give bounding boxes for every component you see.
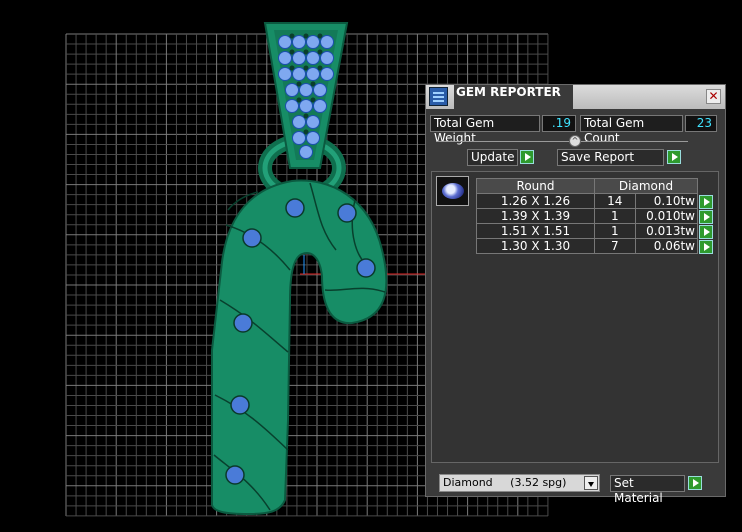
pave-gem <box>313 83 327 97</box>
pave-gem <box>278 51 292 65</box>
pave-gem <box>306 35 320 49</box>
set-material-button[interactable]: Set Material <box>610 475 685 505</box>
gem-material-header: Diamond <box>594 178 698 194</box>
gem-weight: 0.10tw <box>634 193 699 209</box>
gem-weight: 0.06tw <box>634 238 699 254</box>
gem-size: 1.26 X 1.26 <box>476 193 595 209</box>
round-gem-icon <box>436 176 469 206</box>
save-report-go-icon[interactable] <box>667 150 681 164</box>
material-select[interactable]: Diamond (3.52 spg) <box>439 474 600 492</box>
total-gem-weight-label: Total Gem Weight <box>430 115 540 145</box>
gem-size: 1.30 X 1.30 <box>476 238 595 254</box>
set-material-go-icon[interactable] <box>688 476 702 490</box>
pave-gem <box>278 67 292 81</box>
panel-divider <box>436 141 688 142</box>
pave-gem <box>292 51 306 65</box>
panel-titlebar: GEM REPORTER ✕ <box>426 85 725 109</box>
gem-report-area: Round Diamond 1.26 X 1.26 14 0.10tw 1.39… <box>431 171 719 463</box>
collapse-knob-icon[interactable]: ^ <box>569 135 581 147</box>
total-gem-count-value: 23 <box>685 115 717 132</box>
gem-row-go-icon[interactable] <box>699 194 713 209</box>
pave-gem <box>320 67 334 81</box>
gem-count: 7 <box>594 238 636 254</box>
panel-title: GEM REPORTER <box>454 85 573 109</box>
candy-cane-pendant <box>211 179 388 516</box>
pave-gem <box>285 99 299 113</box>
pave-gem <box>313 99 327 113</box>
total-gem-weight-value: .19 <box>542 115 576 132</box>
gem-count: 1 <box>594 223 636 239</box>
close-icon[interactable]: ✕ <box>706 89 721 104</box>
gem-shape-header: Round <box>476 178 595 194</box>
gem-size: 1.51 X 1.51 <box>476 223 595 239</box>
gem-size: 1.39 X 1.39 <box>476 208 595 224</box>
update-go-icon[interactable] <box>520 150 534 164</box>
pave-gem <box>306 67 320 81</box>
pave-gem <box>278 35 292 49</box>
gem-row: 1.51 X 1.51 1 0.013tw <box>476 223 715 239</box>
pave-gem <box>292 67 306 81</box>
pave-gem <box>306 131 320 145</box>
pave-gem <box>292 115 306 129</box>
material-name: Diamond <box>443 476 493 489</box>
gem-row-go-icon[interactable] <box>699 239 713 254</box>
pave-gem <box>285 83 299 97</box>
gem-weight: 0.010tw <box>634 208 699 224</box>
gem-row: 1.30 X 1.30 7 0.06tw <box>476 238 715 254</box>
gem-row: 1.39 X 1.39 1 0.010tw <box>476 208 715 224</box>
pave-gem <box>299 99 313 113</box>
gem-count: 1 <box>594 208 636 224</box>
pave-gem <box>299 145 313 159</box>
material-spg: (3.52 spg) <box>510 476 567 489</box>
pave-gem <box>292 35 306 49</box>
gem-row: 1.26 X 1.26 14 0.10tw <box>476 193 715 209</box>
pave-gem <box>299 83 313 97</box>
pave-gem <box>320 35 334 49</box>
update-button[interactable]: Update <box>467 149 518 166</box>
pave-gem <box>306 51 320 65</box>
gem-reporter-panel: GEM REPORTER ✕ Total Gem Weight .19 Tota… <box>425 84 726 505</box>
gem-reporter-app-icon <box>429 87 448 106</box>
gem-row-go-icon[interactable] <box>699 224 713 239</box>
gem-row-go-icon[interactable] <box>699 209 713 224</box>
gem-count: 14 <box>594 193 636 209</box>
pave-gem <box>320 51 334 65</box>
pave-gem <box>292 131 306 145</box>
total-gem-count-label: Total Gem Count <box>580 115 683 145</box>
save-report-button[interactable]: Save Report <box>557 149 664 166</box>
gem-weight: 0.013tw <box>634 223 699 239</box>
pave-gem <box>306 115 320 129</box>
chevron-down-icon[interactable] <box>584 476 598 490</box>
gem-table: Round Diamond 1.26 X 1.26 14 0.10tw 1.39… <box>476 178 715 254</box>
